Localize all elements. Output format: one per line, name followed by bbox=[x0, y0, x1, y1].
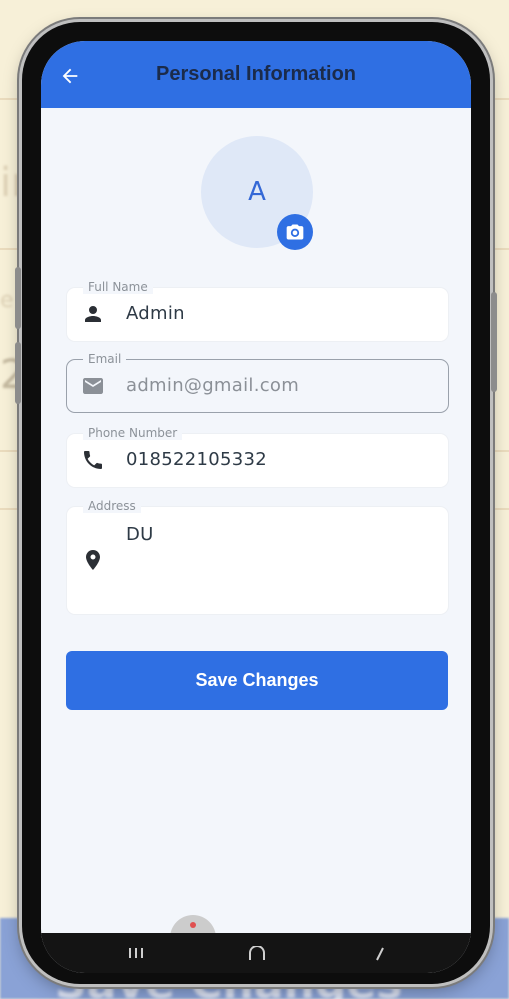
location-pin-icon bbox=[86, 550, 100, 570]
person-icon bbox=[85, 306, 101, 322]
mail-icon bbox=[83, 378, 103, 394]
field-value: DU bbox=[126, 524, 154, 545]
field-value: 018522105332 bbox=[126, 449, 268, 470]
home-icon[interactable] bbox=[247, 946, 267, 962]
change-photo-button[interactable] bbox=[277, 214, 313, 250]
phone-number-field[interactable]: Phone Number 018522105332 bbox=[66, 426, 449, 488]
volume-button bbox=[15, 267, 21, 329]
address-field[interactable]: Address DU bbox=[66, 499, 449, 615]
record-indicator-icon bbox=[190, 922, 196, 928]
back-nav-icon[interactable] bbox=[371, 946, 389, 962]
app-screen: Personal Information A Full Name Admin E… bbox=[41, 41, 471, 973]
power-button bbox=[491, 292, 497, 392]
phone-icon bbox=[84, 451, 102, 469]
full-name-field[interactable]: Full Name Admin bbox=[66, 280, 449, 342]
app-bar: Personal Information bbox=[41, 41, 471, 108]
volume-button bbox=[15, 342, 21, 404]
field-label: Full Name bbox=[83, 280, 153, 294]
system-nav-bar bbox=[41, 933, 471, 973]
bg-partial-text: e bbox=[0, 288, 14, 313]
recents-icon[interactable] bbox=[126, 946, 146, 960]
field-value: admin@gmail.com bbox=[126, 375, 300, 396]
page-title: Personal Information bbox=[155, 63, 357, 85]
save-changes-button[interactable]: Save Changes bbox=[66, 651, 448, 710]
camera-icon bbox=[286, 224, 304, 240]
field-label: Email bbox=[83, 352, 127, 366]
field-value: Admin bbox=[126, 303, 185, 324]
avatar-initial: A bbox=[248, 177, 266, 207]
field-label: Phone Number bbox=[83, 426, 183, 440]
email-field[interactable]: Email admin@gmail.com bbox=[66, 352, 449, 413]
field-label: Address bbox=[83, 499, 141, 513]
phone-frame: Personal Information A Full Name Admin E… bbox=[15, 22, 497, 984]
